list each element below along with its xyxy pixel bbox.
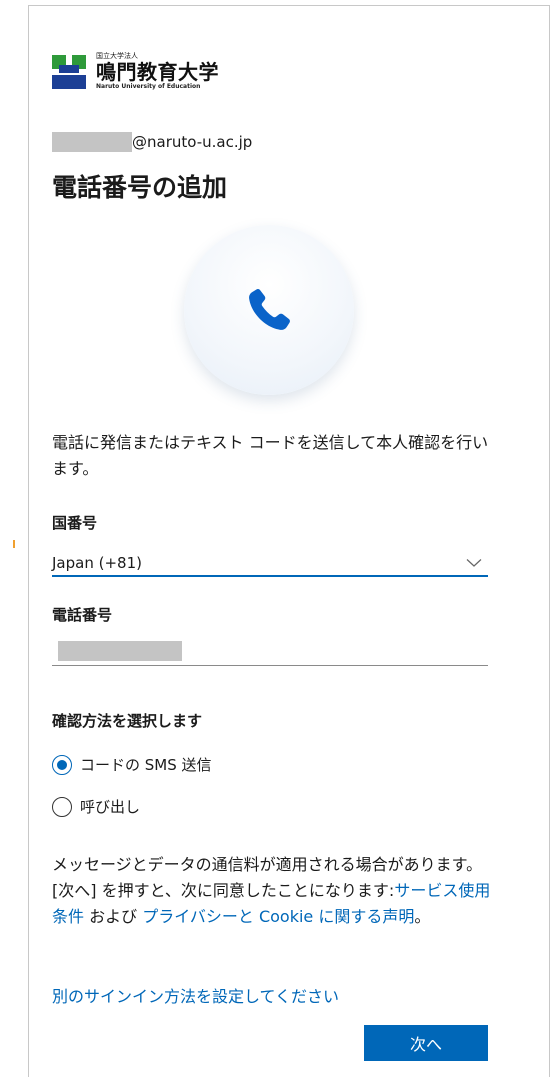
phone-illustration	[184, 225, 354, 395]
logo-small-text: 国立大学法人	[96, 52, 138, 60]
radio-call[interactable]: 呼び出し	[52, 796, 140, 817]
account-domain: @naruto-u.ac.jp	[132, 133, 253, 151]
verification-method-label: 確認方法を選択します	[52, 712, 203, 730]
page-description: 電話に発信またはテキスト コードを送信して本人確認を行います。	[52, 433, 489, 478]
radio-sms-label: コードの SMS 送信	[80, 756, 212, 774]
radio-sms-button[interactable]	[52, 754, 72, 775]
radio-sms[interactable]: コードの SMS 送信	[52, 754, 212, 775]
country-code-label: 国番号	[52, 514, 98, 532]
logo-text: 国立大学法人 鳴門教育大学 Naruto University of Educa…	[96, 53, 219, 90]
page-title: 電話番号の追加	[52, 173, 228, 202]
university-logo: 国立大学法人 鳴門教育大学 Naruto University of Educa…	[52, 53, 219, 90]
redacted-phone-number	[58, 641, 182, 661]
phone-number-input[interactable]	[52, 640, 488, 666]
radio-call-label: 呼び出し	[80, 798, 141, 816]
alternate-signin-link[interactable]: 別のサインイン方法を設定してください	[52, 983, 339, 1007]
phone-number-label: 電話番号	[52, 606, 113, 624]
account-identifier: @naruto-u.ac.jp	[52, 131, 252, 153]
legal-conjunction: および	[84, 907, 143, 926]
next-button[interactable]: 次へ	[364, 1025, 488, 1061]
privacy-link[interactable]: プライバシーと Cookie に関する声明	[142, 907, 414, 926]
country-code-value: Japan (+81)	[52, 553, 142, 572]
logo-main-text: 鳴門教育大学	[96, 60, 219, 84]
logo-english-text: Naruto University of Education	[96, 83, 201, 90]
edge-marker	[13, 540, 15, 548]
radio-call-button[interactable]	[52, 796, 72, 817]
chevron-down-icon	[466, 558, 482, 567]
country-code-select[interactable]: Japan (+81)	[52, 550, 488, 577]
redacted-username	[52, 132, 132, 152]
phone-icon	[249, 289, 290, 330]
legal-notice: メッセージとデータの通信料が適用される場合があります。[次へ] を押すと、次に同…	[52, 852, 497, 930]
legal-end: 。	[414, 907, 431, 926]
logo-mark-icon	[52, 54, 88, 89]
